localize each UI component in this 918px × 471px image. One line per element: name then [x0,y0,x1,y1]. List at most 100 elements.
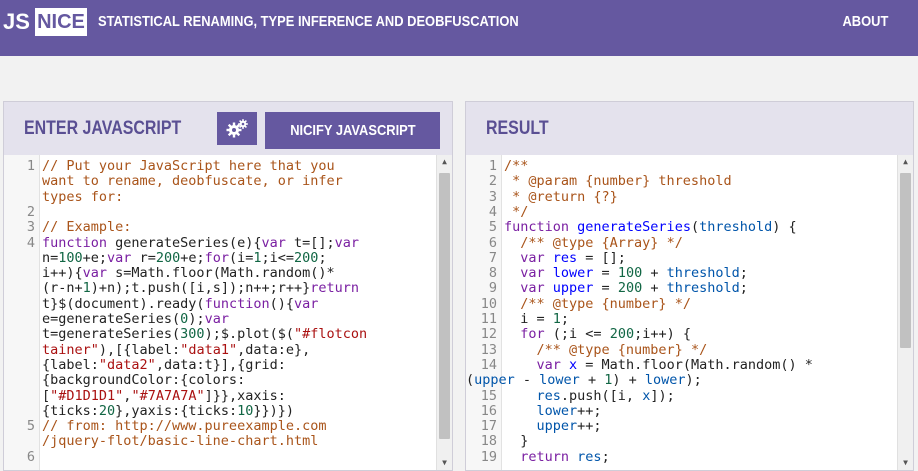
code-token: = [593,266,618,282]
code-line[interactable]: 3 * @return {?} [466,189,897,205]
code-line[interactable]: 4 function generateSeries(e){var t=[];var [4,235,436,251]
code-line[interactable]: 9 var upper = 200 + threshold; [466,281,897,296]
code-line[interactable]: 1 // Put your JavaScript here that you [4,159,436,174]
code-line[interactable]: n=100+e;var r=200+e;for(i=1;i<=200; [4,251,436,266]
code-line[interactable]: types for: [4,190,436,205]
code-token: ) + [612,373,645,389]
code-line[interactable]: (upper - lower + 1) + lower); [466,373,897,388]
code-token: var [520,281,553,297]
scroll-up-arrow-icon[interactable]: ▲ [898,155,913,169]
code-token: "#7A7A7A" [131,388,205,404]
code-text: // Example: [42,220,436,235]
code-token: function [204,296,270,312]
line-number: 2 [26,203,35,220]
code-line[interactable]: 16 lower++; [466,402,897,419]
code-token: x [569,357,578,373]
code-line[interactable]: 10 /** @type {number} */ [466,296,897,312]
scrollbar-thumb[interactable] [900,173,911,348]
code-line[interactable]: 6 [4,449,436,465]
code-line[interactable]: e=generateSeries(0);var [4,312,436,327]
code-line[interactable]: 1 /** [466,159,897,174]
scroll-up-arrow-icon[interactable]: ▲ [437,155,452,169]
code-line[interactable]: 3 // Example: [4,220,436,235]
code-line[interactable]: 4 */ [466,204,897,220]
result-output-editor[interactable]: 1/** 2 * @param {number} threshold 3 * @re… [466,155,913,470]
code-line[interactable]: 7 var res = []; [466,250,897,266]
code-line[interactable]: 8 var lower = 100 + threshold; [466,266,897,281]
code-line[interactable]: 11 i = 1; [466,312,897,327]
code-token: "data1" [180,342,238,358]
code-token: +e; [82,250,108,266]
line-number: 13 [480,341,497,358]
code-token: // from: http://www.pureexample.com [42,419,327,435]
code-line[interactable]: 18 } [466,434,897,449]
code-token: var [520,266,553,282]
code-token: upper [474,373,515,389]
gears-icon [226,119,248,138]
settings-button[interactable] [217,112,257,145]
code-token: ]}},xaxis: [204,388,286,404]
code-line[interactable]: i++){var s=Math.floor(Math.random()* [4,266,436,281]
code-line[interactable]: want to rename, deobfuscate, or infer [4,174,436,189]
scrollbar-thumb[interactable] [439,173,450,439]
logo-nice-box[interactable]: NICE [35,8,87,36]
logo-js-text[interactable]: JS [3,8,30,36]
code-line[interactable]: 13 /** @type {number} */ [466,341,897,358]
code-token: for [520,327,553,343]
about-link[interactable]: ABOUT [842,8,888,36]
code-line[interactable]: t=generateSeries(300);$.plot($("#flotcon [4,327,436,342]
code-token: function [42,235,116,251]
code-line[interactable]: 2 * @param {number} threshold [466,174,897,189]
code-line[interactable]: /jquery-flot/basic-line-chart.html [4,434,436,449]
code-line[interactable]: 19 return res; [466,448,897,465]
input-scrollbar[interactable]: ▲ ▼ [436,155,452,470]
code-line[interactable]: 14 var x = Math.floor(Math.random() * [466,357,897,373]
line-number: 19 [480,448,497,465]
code-token: ,data:e}, [237,342,311,358]
code-line[interactable]: 5 function generateSeries(threshold) { [466,220,897,235]
code-line[interactable]: {ticks:20},yaxis:{ticks:10}})}) [4,404,436,419]
code-token: // Example: [42,220,132,236]
line-number: 16 [480,402,497,419]
line-number: 2 [488,173,497,190]
code-text: types for: [42,190,436,205]
code-token: 100 [58,250,83,266]
code-text: */ [504,205,897,220]
code-token: var [520,250,553,266]
code-line[interactable]: tainer"),[{label:"data1",data:e}, [4,343,436,358]
code-token: lower [539,373,580,389]
code-token: } [504,434,529,450]
code-text: return res; [504,450,897,465]
code-token: 200 [294,250,319,266]
code-token: {ticks: [42,403,99,419]
javascript-input-editor[interactable]: 1 // Put your JavaScript here that you wan… [4,155,452,470]
code-token: ); [188,312,205,327]
input-panel: ENTER JAVASCRIPT NICIFY JAVASCRIPT 1 // … [3,101,453,471]
code-line[interactable]: (r-n+1)+n);t.push([i,s]);n++;r++}return [4,281,436,296]
code-line[interactable]: 15 res.push([i, x]); [466,388,897,404]
code-line[interactable]: 5 // from: http://www.pureexample.com [4,419,436,434]
code-line[interactable]: 6 /** @type {Array} */ [466,235,897,251]
code-line[interactable]: t}$(document).ready(function(){var [4,297,436,312]
code-text: {label:"data2",data:t}],{grid: [42,358,436,373]
code-text: var lower = 100 + threshold; [504,266,897,281]
scroll-down-arrow-icon[interactable]: ▼ [437,456,452,470]
code-line[interactable]: ["#D1D1D1","#7A7A7A"]}},xaxis: [4,389,436,404]
code-line[interactable]: 12 for (;i <= 200;i++) { [466,327,897,342]
nicify-javascript-button[interactable]: NICIFY JAVASCRIPT [265,112,440,149]
result-scrollbar[interactable]: ▲ ▼ [897,155,913,470]
code-text: ["#D1D1D1","#7A7A7A"]}},xaxis: [42,389,436,404]
code-token: ),[{label: [98,342,181,358]
code-line[interactable]: {backgroundColor:{colors: [4,373,436,388]
code-token: ; [739,266,748,282]
code-line[interactable]: 2 [4,203,436,220]
scroll-down-arrow-icon[interactable]: ▼ [898,456,913,470]
code-line[interactable]: 17 upper++; [466,419,897,434]
code-text: * @return {?} [504,190,897,205]
code-line[interactable]: {label:"data2",data:t}],{grid: [4,358,436,373]
code-token: }})}) [253,403,294,419]
